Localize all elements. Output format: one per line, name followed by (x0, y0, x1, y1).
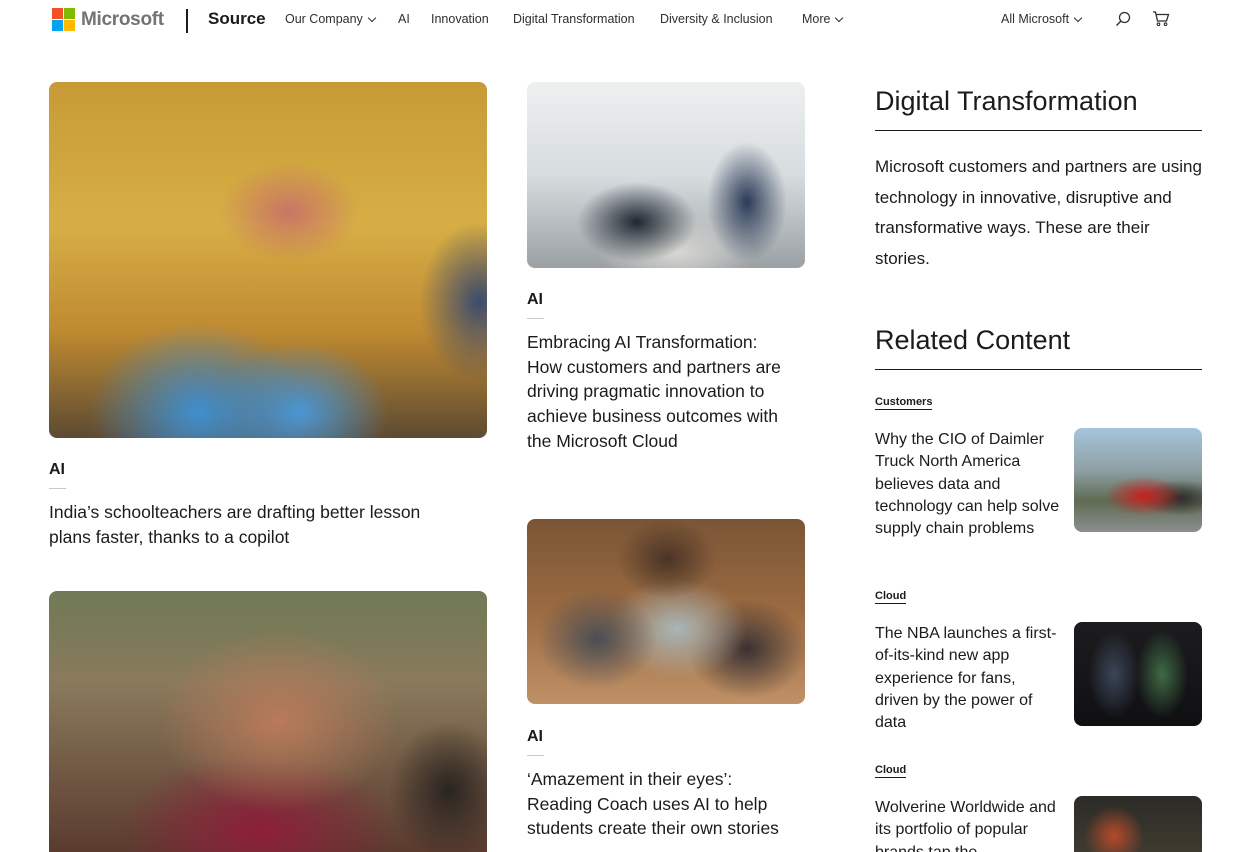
related-thumbnail-wolverine[interactable] (1074, 796, 1202, 852)
article-category[interactable]: AI (527, 291, 543, 309)
related-category[interactable]: Cloud (875, 764, 907, 778)
article-image-ai-transformation[interactable] (527, 82, 805, 268)
related-category[interactable]: Customers (875, 396, 933, 410)
site-header: Microsoft Source Our Company AI Innovati… (0, 0, 1233, 40)
article-category[interactable]: AI (527, 728, 543, 746)
related-title[interactable]: Why the CIO of Daimler Truck North Ameri… (875, 429, 1060, 540)
microsoft-logo-icon (52, 8, 75, 31)
related-thumbnail-truck[interactable] (1074, 428, 1202, 532)
all-microsoft-label: All Microsoft (1001, 12, 1070, 26)
all-microsoft-menu[interactable]: All Microsoft (1001, 12, 1083, 26)
sidebar-description: Microsoft customers and partners are usi… (875, 157, 1202, 268)
article-image-reading-coach[interactable] (527, 519, 805, 704)
cart-icon[interactable] (1152, 10, 1170, 27)
nav-innovation[interactable]: Innovation (431, 12, 489, 26)
sidebar-heading: Digital Transformation (875, 86, 1138, 116)
related-content-rule (875, 369, 1202, 370)
category-underline (527, 318, 544, 319)
category-underline (49, 488, 66, 489)
article-title[interactable]: India’s schoolteachers are drafting bett… (49, 500, 429, 549)
article-title[interactable]: Embracing AI Transformation: How custome… (527, 330, 789, 454)
chevron-down-icon (367, 13, 377, 22)
related-title[interactable]: The NBA launches a first-of-its-kind new… (875, 623, 1060, 734)
related-category[interactable]: Cloud (875, 590, 907, 604)
related-title[interactable]: Wolverine Worldwide and its portfolio of… (875, 797, 1060, 852)
source-home-link[interactable]: Source (208, 9, 266, 29)
chevron-down-icon (835, 13, 844, 22)
nav-our-company[interactable]: Our Company (285, 12, 377, 26)
article-title[interactable]: ‘Amazement in their eyes’: Reading Coach… (527, 767, 789, 852)
sidebar-heading-rule (875, 130, 1202, 131)
article-category[interactable]: AI (49, 461, 65, 479)
header-divider (186, 9, 188, 33)
brand-name: Microsoft (81, 8, 164, 30)
category-underline (527, 755, 544, 756)
nav-diversity-inclusion[interactable]: Diversity & Inclusion (660, 12, 773, 26)
nav-more-label: More (802, 12, 831, 26)
search-icon[interactable] (1115, 11, 1131, 27)
article-image-schoolteachers[interactable] (49, 82, 487, 438)
microsoft-logo[interactable]: Microsoft (52, 8, 164, 31)
nav-ai[interactable]: AI (398, 12, 410, 26)
nav-more[interactable]: More (802, 12, 844, 26)
chevron-down-icon (1073, 13, 1083, 22)
nav-our-company-label: Our Company (285, 12, 363, 26)
related-content-heading: Related Content (875, 325, 1071, 355)
nav-digital-transformation[interactable]: Digital Transformation (513, 12, 635, 26)
related-thumbnail-nba-app[interactable] (1074, 622, 1202, 726)
article-image-teacher[interactable] (49, 591, 487, 852)
